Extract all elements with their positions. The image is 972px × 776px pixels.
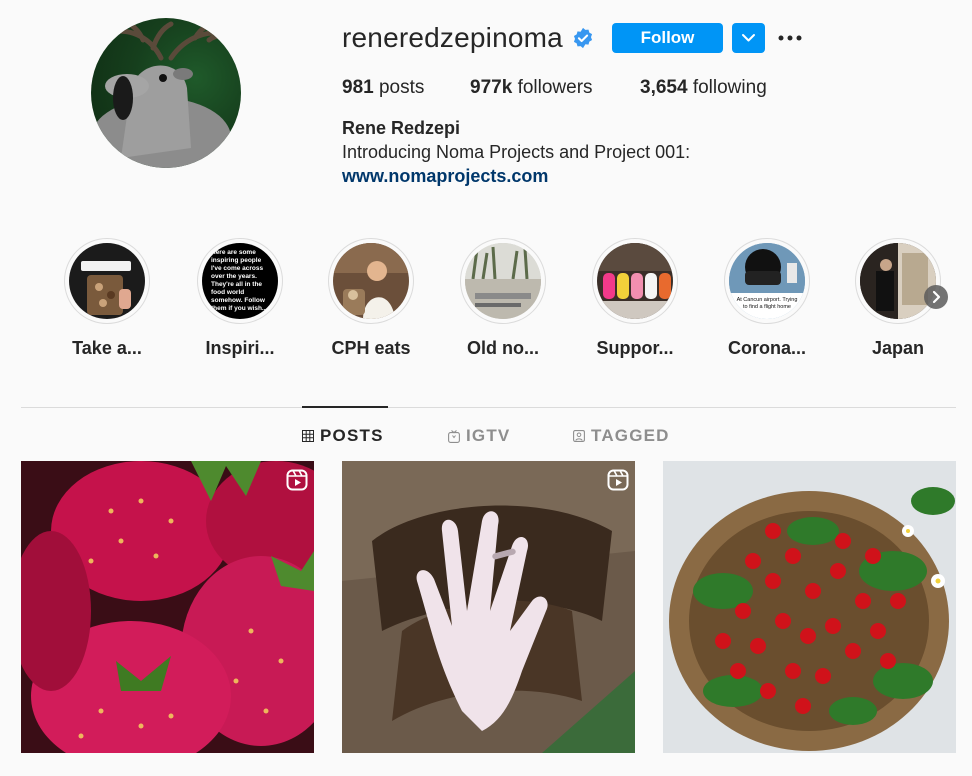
highlight-support[interactable]: Suppor... xyxy=(580,238,690,359)
post-image-wild-strawberries xyxy=(663,461,956,753)
posts-label: posts xyxy=(378,77,425,98)
highlight-cover-text: At Cancun airport. Trying to find a flig… xyxy=(736,297,798,310)
igtv-icon xyxy=(448,429,460,443)
suggested-accounts-dropdown-button[interactable] xyxy=(732,23,765,53)
highlight-cover: Here are some inspiring people I've come… xyxy=(197,238,283,324)
post-image-strawberries xyxy=(21,461,314,753)
highlight-inspiring[interactable]: Here are some inspiring people I've come… xyxy=(185,238,295,359)
highlight-cover xyxy=(592,238,678,324)
followers-count: 977k xyxy=(470,77,513,98)
highlight-old-noma[interactable]: Old no... xyxy=(448,238,558,359)
more-options-icon xyxy=(778,35,802,41)
following-count: 3,654 xyxy=(640,77,688,98)
highlight-cover-text: Here are some inspiring people I've come… xyxy=(211,249,268,312)
highlight-label: Suppor... xyxy=(596,338,674,358)
followers-label: followers xyxy=(517,77,593,98)
grid-icon xyxy=(302,430,314,442)
highlight-cover: At Cancun airport. Trying to find a flig… xyxy=(724,238,810,324)
post-thumbnail[interactable] xyxy=(342,461,635,753)
highlight-cover xyxy=(460,238,546,324)
highlight-cover xyxy=(64,238,150,324)
highlight-cover xyxy=(328,238,414,324)
following-label: following xyxy=(692,77,767,98)
post-thumbnail[interactable] xyxy=(663,461,956,753)
followers-stat[interactable]: 977k followers xyxy=(470,77,593,99)
tab-tagged[interactable]: TAGGED xyxy=(573,426,670,446)
verified-badge-icon xyxy=(573,27,593,49)
highlight-label: Corona... xyxy=(727,338,806,358)
reel-icon xyxy=(286,469,308,491)
active-tab-indicator xyxy=(302,406,388,408)
highlight-label: Japan xyxy=(871,338,925,358)
tagged-icon xyxy=(573,430,585,442)
posts-stat: 981 posts xyxy=(342,77,424,99)
tab-igtv[interactable]: IGTV xyxy=(448,426,510,446)
tabs-divider xyxy=(21,407,956,408)
highlight-cover xyxy=(855,238,941,324)
tab-label: TAGGED xyxy=(591,426,670,445)
tab-posts[interactable]: POSTS xyxy=(302,426,384,446)
highlights-next-button[interactable] xyxy=(924,285,948,309)
chevron-right-icon xyxy=(932,290,941,304)
highlight-label: CPH eats xyxy=(331,338,411,358)
highlight-label: Old no... xyxy=(467,338,539,358)
highlight-label: Take a... xyxy=(72,338,142,358)
more-options-button[interactable] xyxy=(776,26,804,50)
chevron-down-icon xyxy=(742,34,755,42)
following-stat[interactable]: 3,654 following xyxy=(640,77,767,99)
reel-icon xyxy=(607,469,629,491)
highlight-cph-eats[interactable]: CPH eats xyxy=(316,238,426,359)
profile-avatar[interactable] xyxy=(91,18,241,168)
tab-label: IGTV xyxy=(466,426,511,445)
bio-website-link[interactable]: www.nomaprojects.com xyxy=(342,166,548,187)
follow-button[interactable]: Follow xyxy=(612,23,723,53)
highlight-take-a[interactable]: Take a... xyxy=(52,238,162,359)
highlight-corona[interactable]: At Cancun airport. Trying to find a flig… xyxy=(712,238,822,359)
tab-label: POSTS xyxy=(320,426,384,445)
post-image-hand-on-fur xyxy=(342,461,635,753)
bio-text: Introducing Noma Projects and Project 00… xyxy=(342,142,691,162)
posts-count: 981 xyxy=(342,77,374,98)
profile-username: reneredzepinoma xyxy=(342,22,563,53)
post-thumbnail[interactable] xyxy=(21,461,314,753)
bio-full-name: Rene Redzepi xyxy=(342,118,461,138)
highlight-label: Inspiri... xyxy=(205,338,275,358)
